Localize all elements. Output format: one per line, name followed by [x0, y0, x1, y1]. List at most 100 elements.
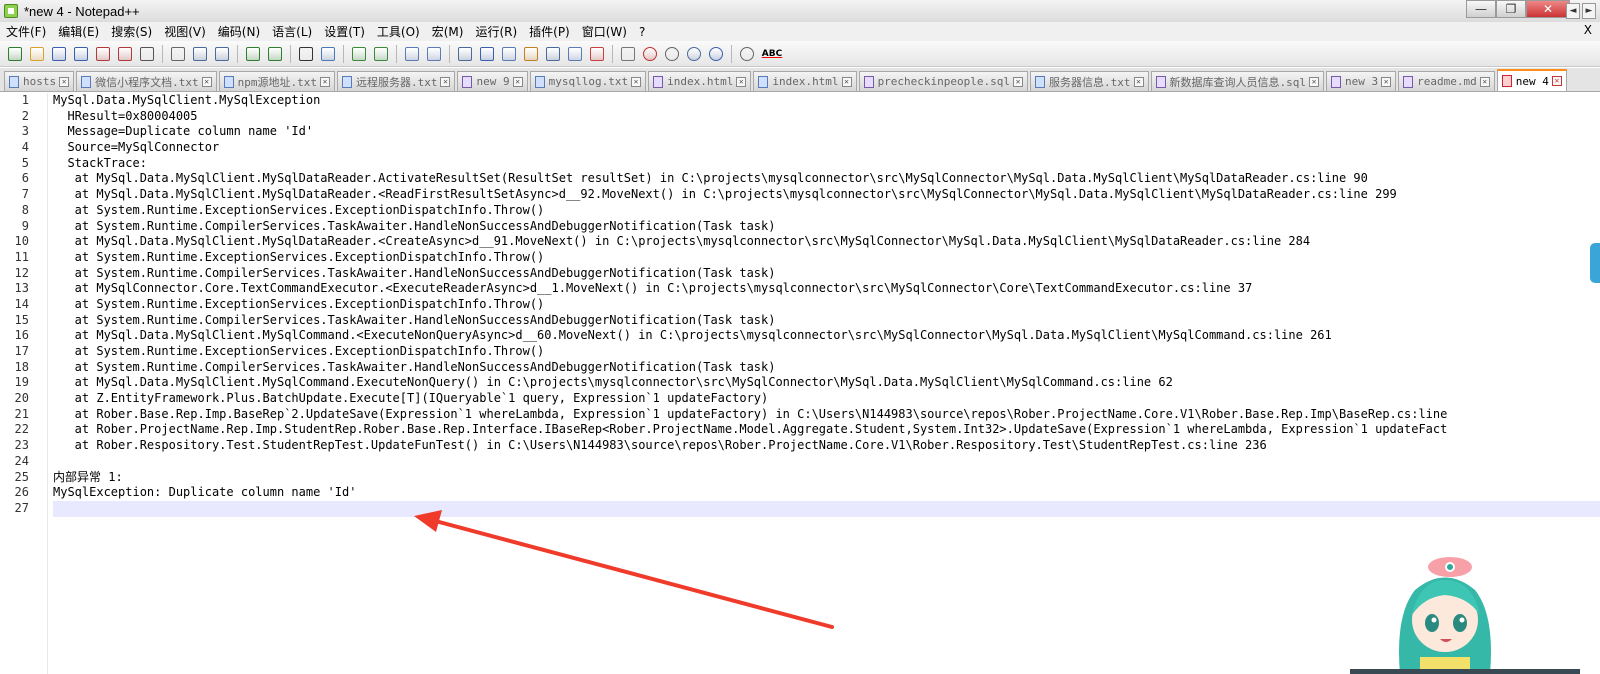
menu-item[interactable]: 宏(M): [426, 23, 470, 40]
code-line[interactable]: [53, 454, 1600, 470]
language-icon[interactable]: [522, 45, 540, 63]
find-icon[interactable]: [297, 45, 315, 63]
close-all-icon[interactable]: [116, 45, 134, 63]
close-document-button[interactable]: X: [1584, 23, 1592, 37]
menu-item[interactable]: 视图(V): [158, 23, 212, 40]
save-icon[interactable]: [50, 45, 68, 63]
redo-icon[interactable]: [266, 45, 284, 63]
code-line[interactable]: at System.Runtime.CompilerServices.TaskA…: [53, 360, 1600, 376]
tab[interactable]: 服务器信息.txt ✕: [1030, 71, 1149, 91]
tab-close-icon[interactable]: ✕: [440, 76, 451, 87]
indent-guide-icon[interactable]: [500, 45, 518, 63]
code-line[interactable]: at MySql.Data.MySqlClient.MySqlCommand.<…: [53, 328, 1600, 344]
code-line[interactable]: HResult=0x80004005: [53, 109, 1600, 125]
paste-icon[interactable]: [213, 45, 231, 63]
doc-map-icon[interactable]: [544, 45, 562, 63]
zoom-in-icon[interactable]: [350, 45, 368, 63]
record-macro-icon[interactable]: [641, 45, 659, 63]
maximize-button[interactable]: ❐: [1496, 0, 1526, 18]
code-line[interactable]: at MySql.Data.MySqlClient.MySqlDataReade…: [53, 187, 1600, 203]
open-file-icon[interactable]: [28, 45, 46, 63]
copy-icon[interactable]: [191, 45, 209, 63]
cut-icon[interactable]: [169, 45, 187, 63]
sync-vertical-icon[interactable]: [403, 45, 421, 63]
tab-close-icon[interactable]: ✕: [1381, 76, 1392, 87]
code-line[interactable]: at System.Runtime.ExceptionServices.Exce…: [53, 250, 1600, 266]
tab-close-icon[interactable]: ✕: [512, 76, 523, 87]
tab[interactable]: 新数据库查询人员信息.sql ✕: [1150, 71, 1325, 91]
minimize-button[interactable]: —: [1466, 0, 1496, 18]
code-line[interactable]: at MySql.Data.MySqlClient.MySqlCommand.E…: [53, 375, 1600, 391]
menu-item[interactable]: 设置(T): [318, 23, 371, 40]
function-list-icon[interactable]: [566, 45, 584, 63]
tab-close-icon[interactable]: ✕: [736, 76, 747, 87]
tab-close-icon[interactable]: ✕: [1479, 76, 1490, 87]
new-file-icon[interactable]: [6, 45, 24, 63]
tab[interactable]: new 3 ✕: [1326, 71, 1397, 91]
menu-item[interactable]: 文件(F): [0, 23, 52, 40]
side-panel-handle[interactable]: [1590, 243, 1600, 283]
tab[interactable]: precheckinpeople.sql ✕: [858, 71, 1029, 91]
code-text-area[interactable]: MySql.Data.MySqlClient.MySqlException HR…: [53, 93, 1600, 674]
menu-item[interactable]: 编辑(E): [52, 23, 105, 40]
menu-item[interactable]: 编码(N): [212, 23, 266, 40]
tab[interactable]: hosts ✕: [4, 71, 75, 91]
tab[interactable]: 远程服务器.txt ✕: [336, 71, 456, 91]
tab-scroll-left-button[interactable]: ◄: [1566, 3, 1580, 19]
word-wrap-icon[interactable]: [456, 45, 474, 63]
spell-check-icon[interactable]: ABC: [760, 45, 784, 63]
tab[interactable]: index.html ✕: [648, 71, 752, 91]
show-all-chars-icon[interactable]: [478, 45, 496, 63]
code-line[interactable]: Source=MySqlConnector: [53, 140, 1600, 156]
tab[interactable]: mysqllog.txt ✕: [529, 71, 647, 91]
code-line[interactable]: at System.Runtime.ExceptionServices.Exce…: [53, 344, 1600, 360]
code-line[interactable]: MySqlException: Duplicate column name 'I…: [53, 485, 1600, 501]
save-macro-icon[interactable]: [738, 45, 756, 63]
save-all-icon[interactable]: [72, 45, 90, 63]
code-line[interactable]: at System.Runtime.CompilerServices.TaskA…: [53, 313, 1600, 329]
code-line[interactable]: MySql.Data.MySqlClient.MySqlException: [53, 93, 1600, 109]
tab[interactable]: new 9 ✕: [457, 71, 528, 91]
code-line[interactable]: 内部异常 1:: [53, 470, 1600, 486]
code-line[interactable]: at System.Runtime.CompilerServices.TaskA…: [53, 219, 1600, 235]
undo-icon[interactable]: [244, 45, 262, 63]
tab-close-icon[interactable]: ✕: [1133, 76, 1144, 87]
close-icon[interactable]: [94, 45, 112, 63]
code-line[interactable]: at MySql.Data.MySqlClient.MySqlDataReade…: [53, 171, 1600, 187]
code-line[interactable]: at MySql.Data.MySqlClient.MySqlDataReade…: [53, 234, 1600, 250]
menu-item[interactable]: 窗口(W): [576, 23, 633, 40]
menu-item[interactable]: 工具(O): [371, 23, 426, 40]
tab-active[interactable]: new 4 ✕: [1496, 69, 1567, 91]
code-line[interactable]: at System.Runtime.ExceptionServices.Exce…: [53, 203, 1600, 219]
code-line[interactable]: at Rober.Base.Rep.Imp.BaseRep`2.UpdateSa…: [53, 407, 1600, 423]
play-macro-icon[interactable]: [685, 45, 703, 63]
print-icon[interactable]: [138, 45, 156, 63]
tab-close-icon[interactable]: ✕: [201, 76, 212, 87]
tab[interactable]: 微信小程序文档.txt ✕: [76, 71, 217, 91]
code-line[interactable]: at Rober.ProjectName.Rep.Imp.StudentRep.…: [53, 422, 1600, 438]
code-line[interactable]: at System.Runtime.ExceptionServices.Exce…: [53, 297, 1600, 313]
replace-icon[interactable]: [319, 45, 337, 63]
folder-workspace-icon[interactable]: [588, 45, 606, 63]
tab-close-icon[interactable]: ✕: [1309, 76, 1320, 87]
editor-area[interactable]: 1 2 3 4 5 6 7 8 9 10 11 12 13 14 15 16 17 18 19 20 21 22 23 24 2…: [0, 93, 1600, 674]
menu-item[interactable]: 语言(L): [266, 23, 318, 40]
sync-horizontal-icon[interactable]: [425, 45, 443, 63]
code-line[interactable]: at Rober.Respository.Test.StudentRepTest…: [53, 438, 1600, 454]
tab[interactable]: index.html ✕: [753, 71, 857, 91]
zoom-out-icon[interactable]: [372, 45, 390, 63]
menu-item[interactable]: 插件(P): [523, 23, 576, 40]
tab-close-icon[interactable]: ✕: [1551, 76, 1562, 86]
current-code-line[interactable]: [53, 500, 1600, 517]
tab-close-icon[interactable]: ✕: [59, 76, 70, 87]
menu-item[interactable]: 搜索(S): [105, 23, 158, 40]
code-line[interactable]: Message=Duplicate column name 'Id': [53, 124, 1600, 140]
tab-close-icon[interactable]: ✕: [319, 76, 330, 87]
monitor-icon[interactable]: [619, 45, 637, 63]
code-line[interactable]: at Z.EntityFramework.Plus.BatchUpdate.Ex…: [53, 391, 1600, 407]
menu-item[interactable]: ?: [633, 25, 651, 39]
code-line[interactable]: at MySqlConnector.Core.TextCommandExecut…: [53, 281, 1600, 297]
tab-close-icon[interactable]: ✕: [1013, 76, 1024, 87]
tab[interactable]: npm源地址.txt ✕: [218, 71, 335, 91]
run-macro-multiple-icon[interactable]: [707, 45, 725, 63]
